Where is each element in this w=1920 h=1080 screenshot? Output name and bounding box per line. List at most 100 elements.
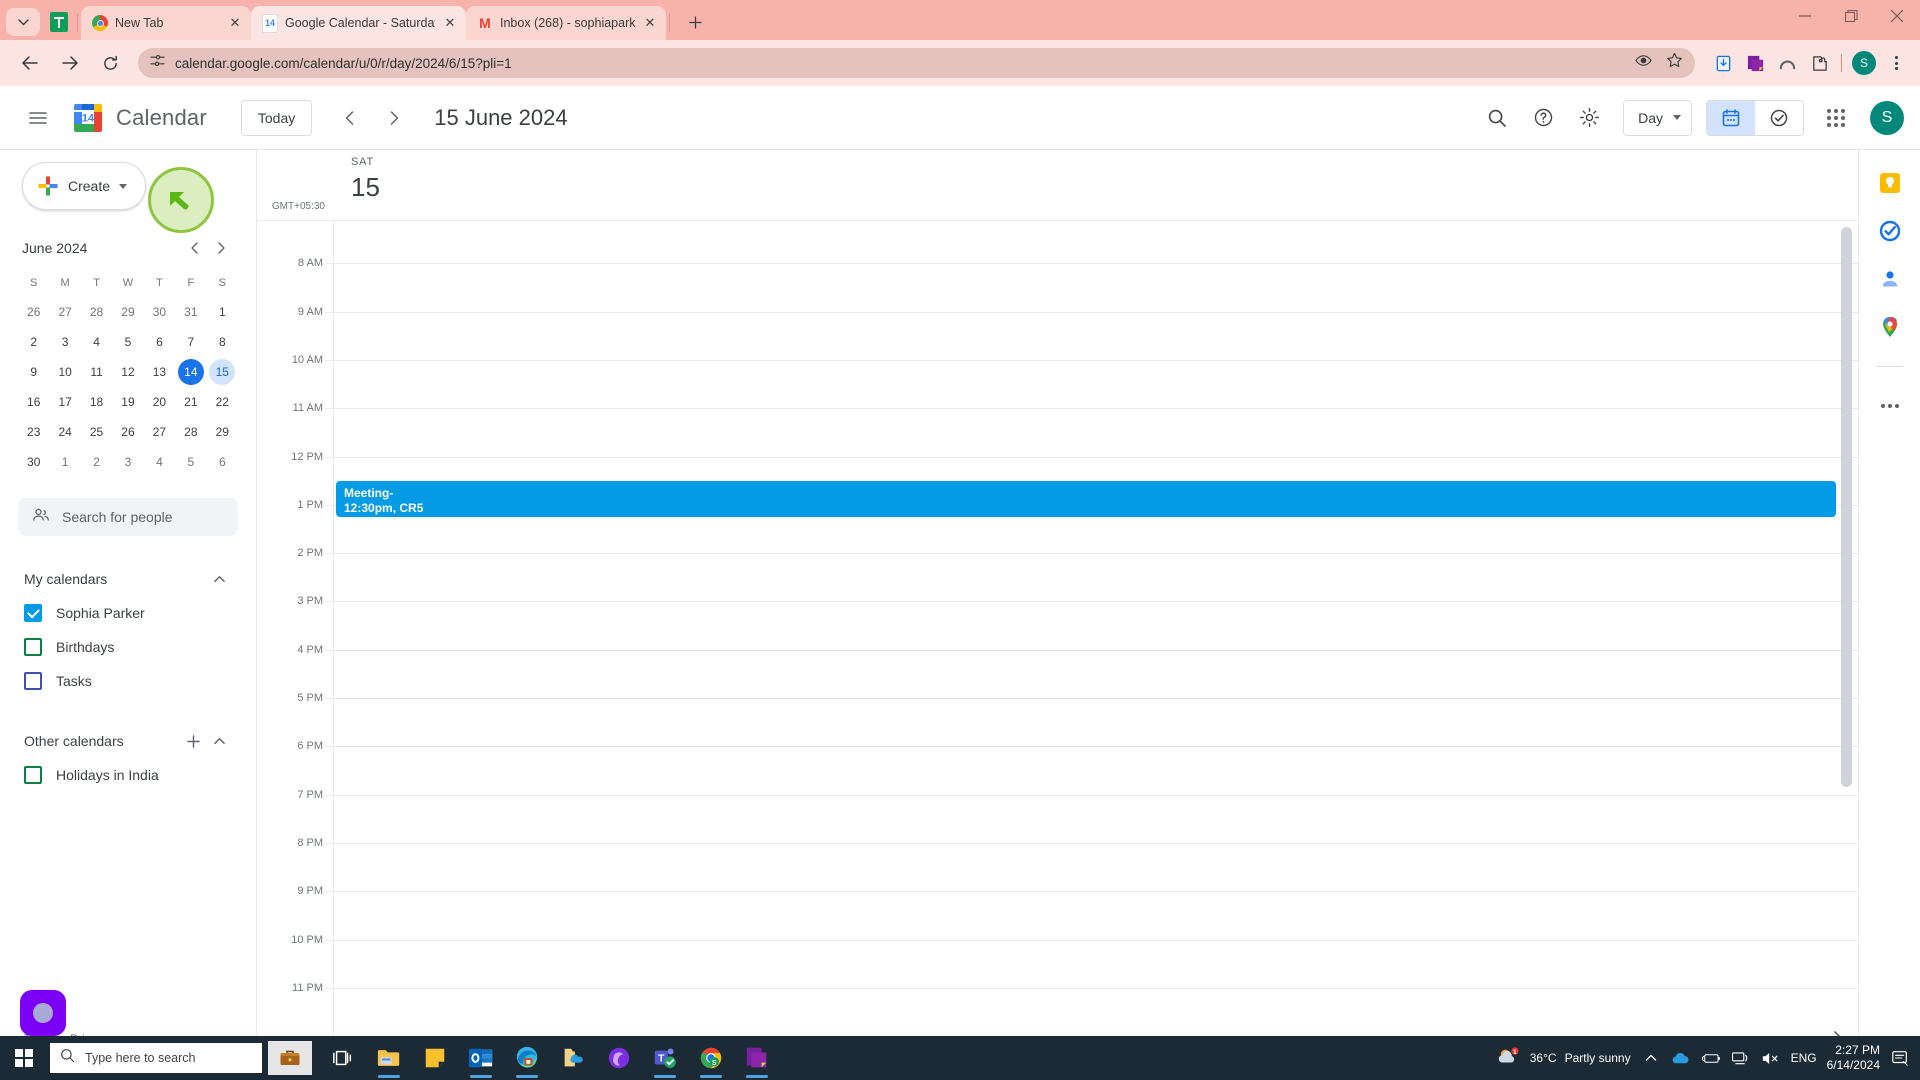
google-tasks-icon[interactable] — [1877, 218, 1903, 244]
mini-calendar-day[interactable]: 30 — [144, 298, 175, 326]
mini-calendar-day[interactable]: 28 — [175, 418, 206, 446]
browser-tab-new-tab[interactable]: New Tab ✕ — [81, 6, 251, 40]
mini-calendar-day[interactable]: 27 — [144, 418, 175, 446]
mini-calendar-day[interactable]: 14 — [175, 358, 206, 386]
microsoft-teams-icon[interactable]: T — [642, 1036, 688, 1080]
battery-icon[interactable] — [1701, 1048, 1721, 1068]
google-apps-grid-icon[interactable] — [1814, 96, 1858, 140]
day-column[interactable]: Meeting- 12:30pm, CR5 — [333, 221, 1858, 1056]
calendar-checkbox[interactable] — [24, 672, 42, 690]
mini-calendar-day[interactable]: 23 — [18, 418, 49, 446]
copy-extension-icon[interactable] — [1741, 49, 1769, 77]
mini-calendar-prev-button[interactable] — [182, 235, 208, 261]
mini-calendar-day[interactable]: 29 — [112, 298, 143, 326]
mini-calendar-next-button[interactable] — [208, 235, 234, 261]
search-for-people-input[interactable]: Search for people — [18, 498, 238, 536]
create-button[interactable]: Create — [22, 162, 146, 210]
app-copy-icon[interactable] — [734, 1036, 780, 1080]
onedrive-tray-icon[interactable] — [1671, 1048, 1691, 1068]
mini-calendar-day[interactable]: 10 — [49, 358, 80, 386]
weather-widget[interactable]: 1 36°C Partly sunny — [1496, 1046, 1631, 1071]
mini-calendar-day[interactable]: 1 — [49, 448, 80, 476]
calendar-checkbox[interactable] — [24, 604, 42, 622]
today-button[interactable]: Today — [240, 99, 313, 136]
minimize-button[interactable] — [1782, 0, 1828, 32]
mini-calendar-day[interactable]: 6 — [144, 328, 175, 356]
mini-calendar-day[interactable]: 18 — [81, 388, 112, 416]
mini-calendar-day[interactable]: 16 — [18, 388, 49, 416]
close-icon[interactable]: ✕ — [642, 15, 658, 31]
address-bar[interactable]: calendar.google.com/calendar/u/0/r/day/2… — [138, 48, 1695, 78]
mini-calendar-day[interactable]: 2 — [81, 448, 112, 476]
search-icon[interactable] — [1475, 96, 1519, 140]
mini-calendar-day[interactable]: 31 — [175, 298, 206, 326]
microsoft-edge-icon[interactable] — [504, 1036, 550, 1080]
chevron-up-icon[interactable] — [206, 566, 232, 592]
mini-calendar-day[interactable]: 24 — [49, 418, 80, 446]
microsoft-365-icon[interactable] — [596, 1036, 642, 1080]
save-to-drive-extension-icon[interactable] — [1709, 49, 1737, 77]
mini-calendar-day[interactable]: 17 — [49, 388, 80, 416]
outlook-icon[interactable] — [458, 1036, 504, 1080]
main-menu-hamburger-icon[interactable] — [16, 96, 60, 140]
mini-calendar-day[interactable]: 25 — [81, 418, 112, 446]
taskbar-briefcase-button[interactable] — [268, 1041, 312, 1075]
view-site-information-icon[interactable] — [1635, 52, 1652, 74]
mini-calendar-day[interactable]: 28 — [81, 298, 112, 326]
view-selector-dropdown[interactable]: Day — [1623, 99, 1692, 136]
my-calendar-item[interactable]: Birthdays — [18, 630, 238, 664]
show-hidden-icons-chevron-icon[interactable] — [1641, 1048, 1661, 1068]
google-chrome-icon[interactable]: S — [688, 1036, 734, 1080]
mini-calendar-day[interactable]: 8 — [207, 328, 238, 356]
mini-calendar-day[interactable]: 26 — [112, 418, 143, 446]
tab-search-chevron-icon[interactable] — [6, 8, 40, 36]
extensions-puzzle-icon[interactable] — [1805, 49, 1833, 77]
network-icon[interactable] — [1731, 1048, 1751, 1068]
mini-calendar-day[interactable]: 13 — [144, 358, 175, 386]
mini-calendar-day[interactable]: 26 — [18, 298, 49, 326]
floating-widget-button[interactable] — [20, 990, 66, 1036]
other-calendars-header[interactable]: Other calendars — [18, 724, 238, 758]
volume-muted-icon[interactable] — [1761, 1048, 1781, 1068]
calendar-logo[interactable]: 14 Calendar — [70, 99, 207, 136]
mini-calendar-day[interactable]: 15 — [207, 358, 238, 386]
previous-day-button[interactable] — [332, 100, 368, 136]
mini-calendar-day[interactable]: 6 — [207, 448, 238, 476]
mini-calendar-day[interactable]: 4 — [144, 448, 175, 476]
language-indicator[interactable]: ENG — [1791, 1051, 1817, 1065]
mini-calendar-day[interactable]: 3 — [49, 328, 80, 356]
my-calendar-item[interactable]: Tasks — [18, 664, 238, 698]
taskbar-search-input[interactable]: Type here to search — [50, 1043, 262, 1073]
mini-calendar-day[interactable]: 1 — [207, 298, 238, 326]
next-day-button[interactable] — [376, 100, 412, 136]
chevron-up-icon[interactable] — [206, 728, 232, 754]
add-other-calendar-button[interactable] — [180, 728, 206, 754]
mini-calendar-day[interactable]: 29 — [207, 418, 238, 446]
close-icon[interactable]: ✕ — [227, 15, 243, 31]
arc-extension-icon[interactable] — [1773, 49, 1801, 77]
site-settings-icon[interactable] — [150, 53, 165, 73]
mini-calendar-day[interactable]: 19 — [112, 388, 143, 416]
clock[interactable]: 2:27 PM 6/14/2024 — [1827, 1043, 1880, 1073]
google-contacts-icon[interactable] — [1877, 266, 1903, 292]
scrollbar[interactable] — [1841, 227, 1852, 1050]
close-button[interactable] — [1874, 0, 1920, 32]
calendar-view-toggle[interactable] — [1707, 100, 1755, 135]
forward-button[interactable] — [53, 46, 87, 80]
calendar-event[interactable]: Meeting- 12:30pm, CR5 — [336, 480, 1836, 517]
scrollbar-thumb[interactable] — [1841, 227, 1852, 787]
sticky-notes-icon[interactable] — [412, 1036, 458, 1080]
my-calendars-header[interactable]: My calendars — [18, 562, 238, 596]
mini-calendar-day[interactable]: 3 — [112, 448, 143, 476]
back-button[interactable] — [13, 46, 47, 80]
mini-calendar-day[interactable]: 7 — [175, 328, 206, 356]
browser-tab-gmail-inbox[interactable]: M Inbox (268) - sophiaparker14oc ✕ — [466, 6, 666, 40]
mini-calendar-day[interactable]: 5 — [112, 328, 143, 356]
mini-calendar-day[interactable]: 4 — [81, 328, 112, 356]
gear-icon[interactable] — [1567, 96, 1611, 140]
help-icon[interactable] — [1521, 96, 1565, 140]
profile-avatar[interactable]: S — [1850, 49, 1878, 77]
calendar-checkbox[interactable] — [24, 638, 42, 656]
google-keep-icon[interactable] — [1877, 170, 1903, 196]
avatar[interactable]: S — [1870, 100, 1904, 135]
